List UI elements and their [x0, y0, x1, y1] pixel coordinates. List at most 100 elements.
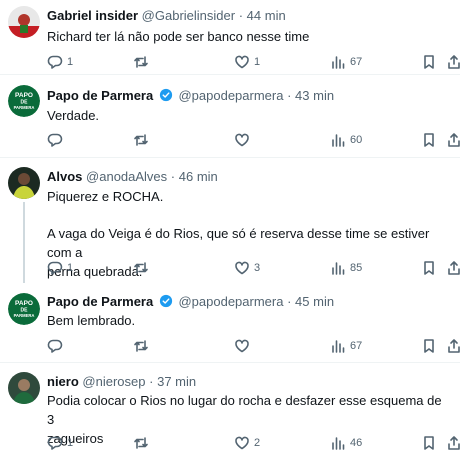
reply-button[interactable]	[47, 337, 67, 355]
username[interactable]: @anodaAlves	[86, 169, 167, 184]
views-count: 85	[350, 262, 363, 274]
views-count: 67	[350, 340, 363, 352]
reply-icon	[47, 55, 63, 69]
reply-button[interactable]: 1	[47, 53, 73, 71]
retweet-icon	[134, 134, 148, 146]
separator-dot: ·	[287, 294, 292, 309]
action-bar: 60	[47, 131, 460, 149]
reply-icon	[47, 261, 63, 275]
views-icon	[332, 262, 345, 275]
like-button[interactable]	[234, 131, 254, 149]
tweet[interactable]: Alvos @anodaAlves · 46 min Piquerez e RO…	[0, 158, 460, 283]
views-icon	[332, 340, 345, 353]
username[interactable]: @nierosep	[82, 374, 145, 389]
action-bar: 67	[47, 337, 460, 355]
username[interactable]: @papodeparmera	[178, 88, 283, 103]
tweet-text: Verdade.	[47, 108, 100, 123]
share-button[interactable]	[446, 434, 460, 452]
retweet-button[interactable]	[133, 259, 153, 277]
views-button[interactable]: 46	[330, 434, 362, 452]
bookmark-icon	[424, 436, 434, 450]
reply-button[interactable]: 1	[47, 434, 73, 452]
like-button[interactable]	[234, 337, 254, 355]
timestamp[interactable]: 45 min	[295, 294, 334, 309]
display-name[interactable]: Gabriel insider	[47, 8, 138, 23]
views-button[interactable]: 60	[330, 131, 362, 149]
reply-count: 1	[67, 262, 74, 274]
display-name[interactable]: Alvos	[47, 169, 82, 184]
action-bar: 1 3 85	[47, 259, 460, 277]
like-button[interactable]: 3	[234, 259, 260, 277]
tweet[interactable]: PAPO DE PARMERA Papo de Parmera @papodep…	[0, 75, 460, 157]
views-count: 60	[350, 134, 363, 146]
share-button[interactable]	[446, 337, 460, 355]
reply-icon	[47, 436, 63, 450]
papo-logo-line1: PAPO	[15, 300, 33, 307]
bookmark-icon	[424, 55, 434, 69]
like-button[interactable]: 2	[234, 434, 260, 452]
tweet-text-line: Podia colocar o Rios no lugar do rocha e…	[47, 393, 442, 427]
views-count: 67	[350, 56, 363, 68]
like-button[interactable]: 1	[234, 53, 260, 71]
retweet-icon	[134, 437, 148, 449]
views-button[interactable]: 67	[330, 337, 362, 355]
tweet-header: Alvos @anodaAlves · 46 min	[47, 169, 218, 185]
timestamp[interactable]: 37 min	[157, 374, 196, 389]
share-button[interactable]	[446, 53, 460, 71]
retweet-icon	[134, 340, 148, 352]
timestamp[interactable]: 46 min	[179, 169, 218, 184]
timestamp[interactable]: 44 min	[247, 8, 286, 23]
username[interactable]: @papodeparmera	[178, 294, 283, 309]
username[interactable]: @Gabrielinsider	[142, 8, 235, 23]
share-button[interactable]	[446, 259, 460, 277]
display-name[interactable]: Papo de Parmera	[47, 88, 153, 103]
avatar[interactable]: PAPO DE PARMERA	[8, 293, 40, 325]
share-icon	[448, 133, 460, 147]
like-icon	[235, 133, 249, 147]
like-count: 2	[254, 437, 261, 449]
share-icon	[448, 55, 460, 69]
bookmark-button[interactable]	[421, 337, 437, 355]
share-button[interactable]	[446, 131, 460, 149]
like-icon	[235, 436, 249, 450]
bookmark-button[interactable]	[421, 131, 437, 149]
separator-dot: ·	[149, 374, 154, 389]
tweet-text-line	[47, 206, 447, 224]
avatar[interactable]	[8, 167, 40, 199]
tweet[interactable]: PAPO DE PARMERA Papo de Parmera @papodep…	[0, 283, 460, 357]
views-button[interactable]: 67	[330, 53, 362, 71]
reply-button[interactable]	[47, 131, 67, 149]
bookmark-icon	[424, 261, 434, 275]
tweet[interactable]: niero @nierosep · 37 min Podia colocar o…	[0, 363, 460, 464]
retweet-button[interactable]	[133, 131, 153, 149]
views-button[interactable]: 85	[330, 259, 362, 277]
reply-button[interactable]: 1	[47, 259, 73, 277]
reply-count: 1	[67, 437, 74, 449]
avatar[interactable]	[8, 372, 40, 404]
verified-badge-icon	[159, 294, 172, 308]
bookmark-icon	[424, 133, 434, 147]
tweet-header: Papo de Parmera @papodeparmera · 45 min	[47, 294, 334, 310]
timestamp[interactable]: 43 min	[295, 88, 334, 103]
tweet-header: niero @nierosep · 37 min	[47, 374, 196, 390]
bookmark-icon	[424, 339, 434, 353]
views-icon	[332, 56, 345, 69]
retweet-button[interactable]	[133, 53, 153, 71]
papo-logo-line1: PAPO	[15, 92, 33, 99]
bookmark-button[interactable]	[421, 434, 437, 452]
display-name[interactable]: Papo de Parmera	[47, 294, 153, 309]
action-bar: 1 1 67	[47, 53, 460, 71]
bookmark-button[interactable]	[421, 53, 437, 71]
avatar[interactable]: PAPO DE PARMERA	[8, 85, 40, 117]
retweet-button[interactable]	[133, 337, 153, 355]
display-name[interactable]: niero	[47, 374, 79, 389]
retweet-icon	[134, 56, 148, 68]
like-icon	[235, 55, 249, 69]
avatar[interactable]	[8, 6, 40, 38]
bookmark-button[interactable]	[421, 259, 437, 277]
retweet-button[interactable]	[133, 434, 153, 452]
tweet[interactable]: Gabriel insider @Gabrielinsider · 44 min…	[0, 0, 460, 74]
tweet-text: Bem lembrado.	[47, 313, 136, 328]
action-bar: 1 2 46	[47, 434, 460, 452]
like-icon	[235, 339, 249, 353]
